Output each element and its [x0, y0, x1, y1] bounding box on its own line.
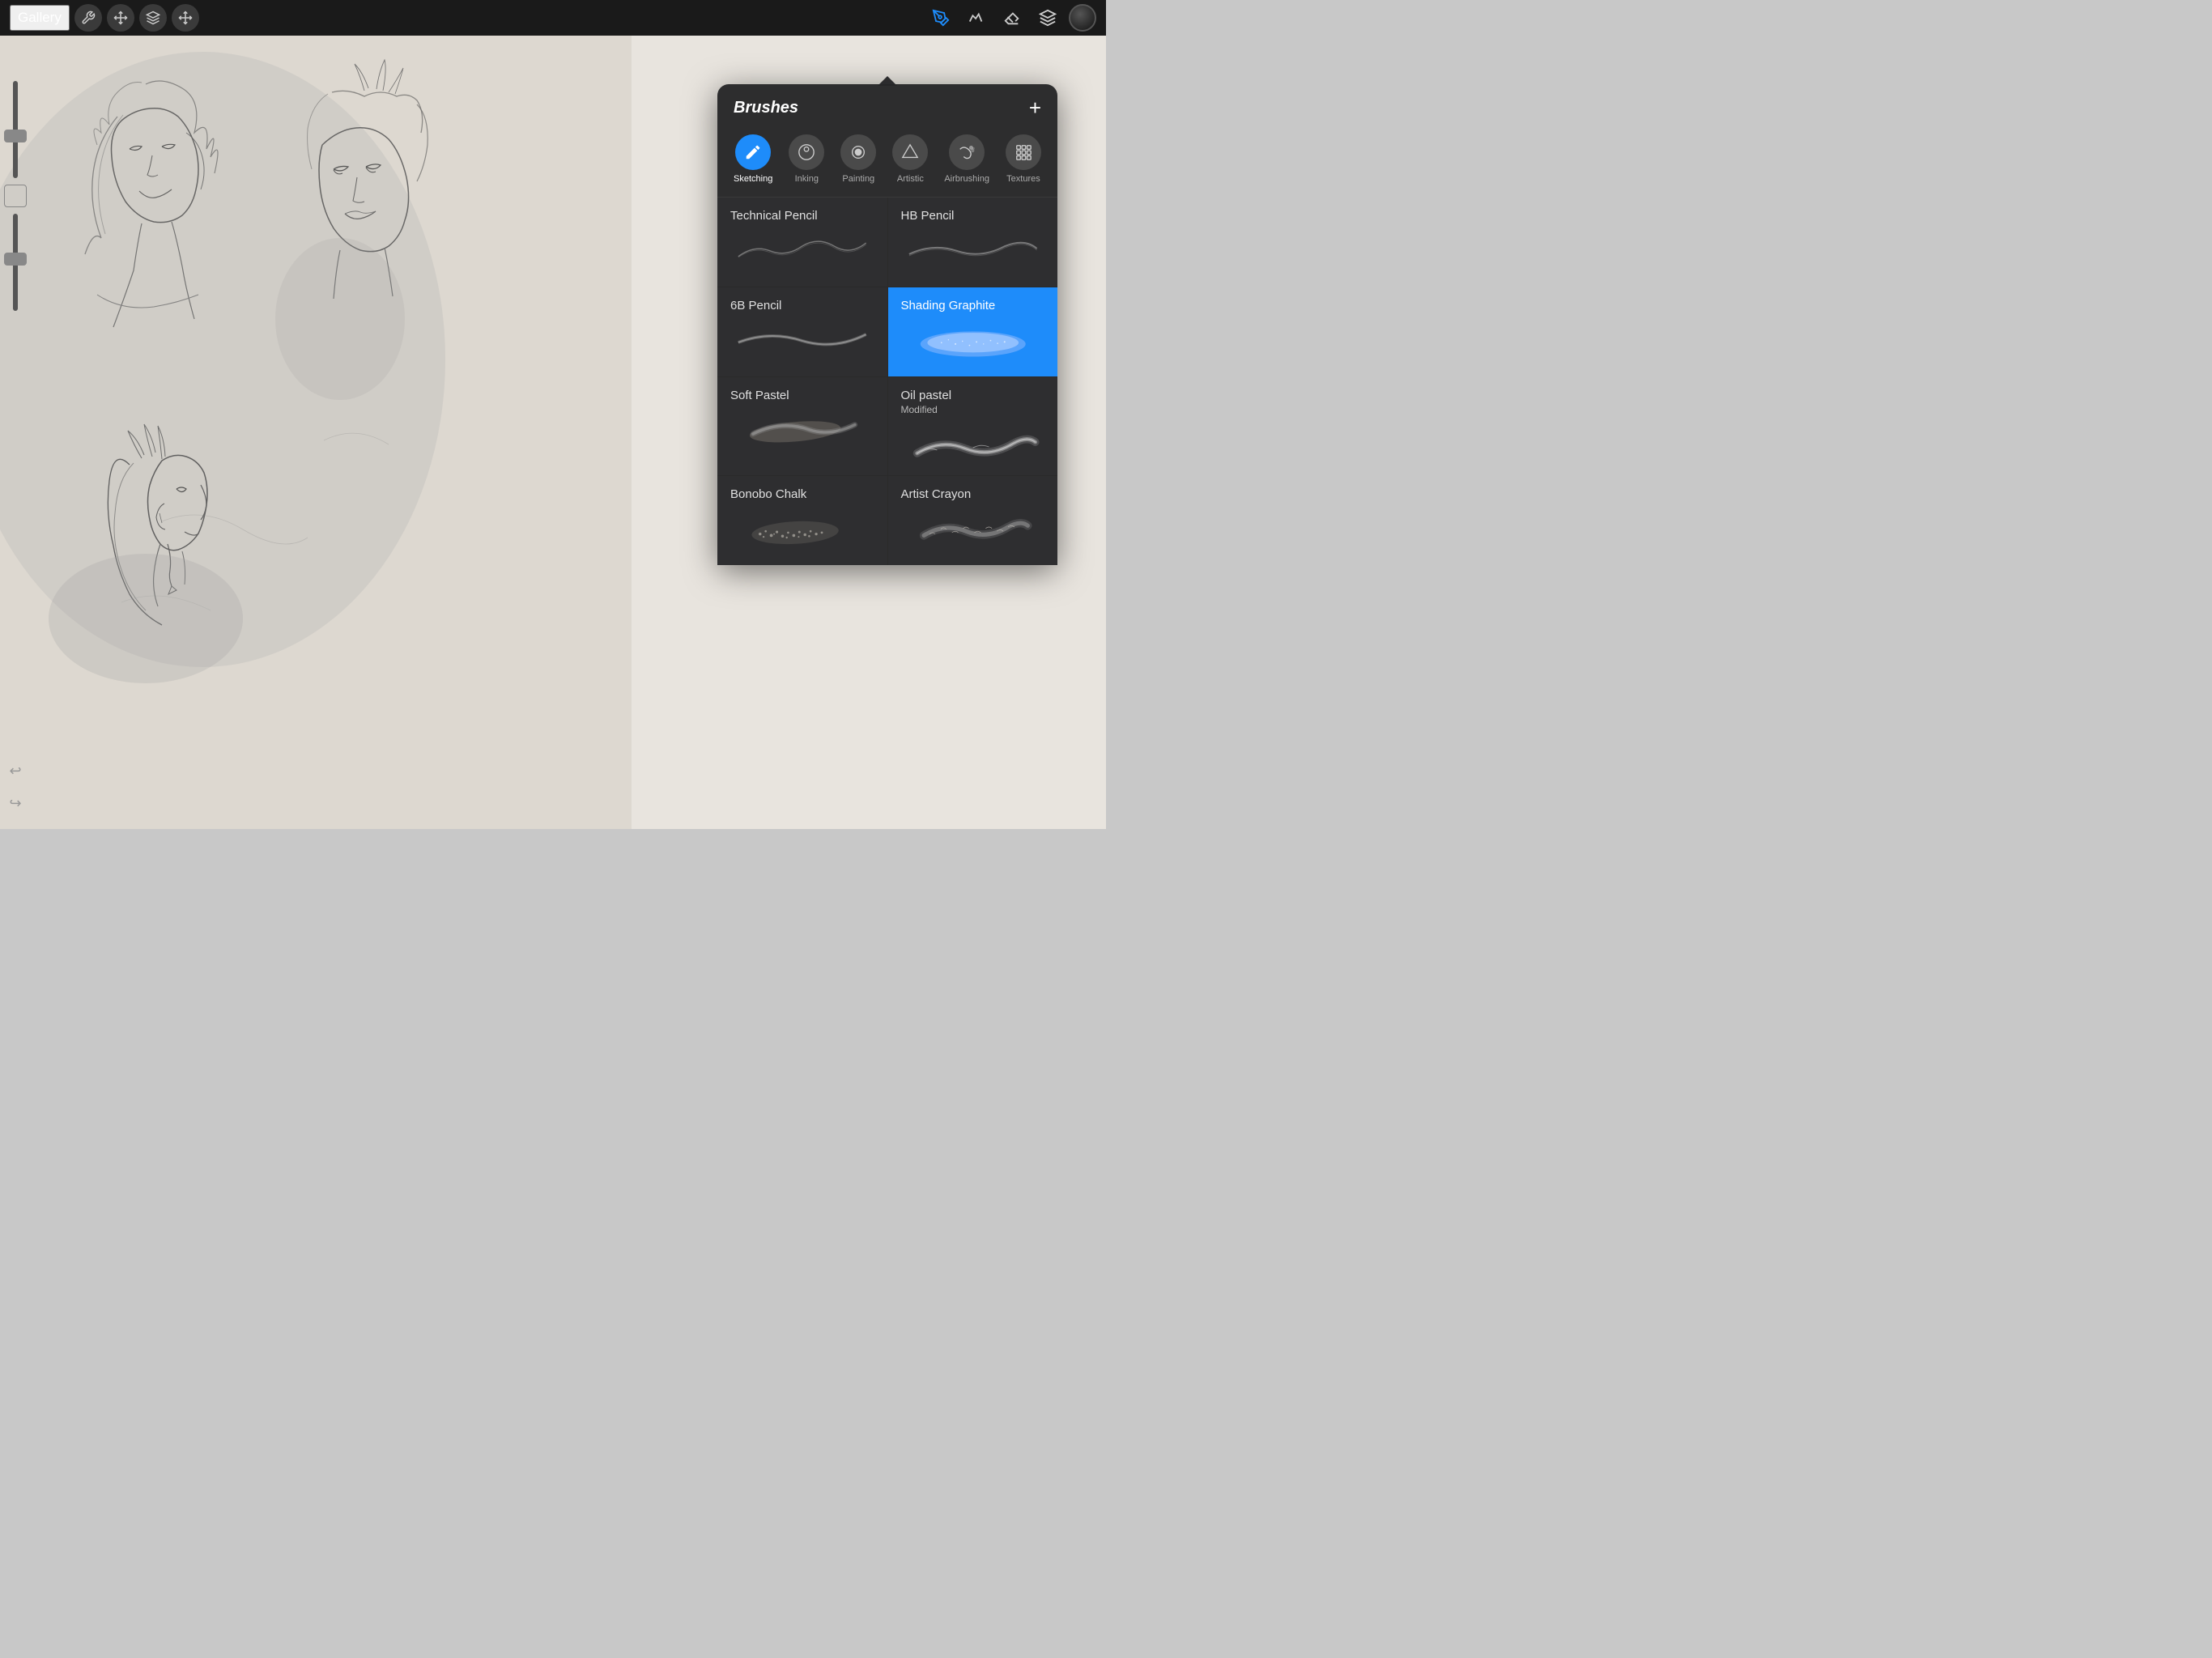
tool-selection — [926, 3, 1096, 32]
tab-sketching[interactable]: Sketching — [729, 131, 777, 187]
color-swatch[interactable] — [4, 185, 27, 207]
brush-size-slider[interactable] — [13, 81, 18, 178]
transform-button[interactable] — [107, 4, 134, 32]
category-tabs: Sketching Inking Painting — [717, 126, 1057, 198]
brush-size-thumb[interactable] — [4, 130, 27, 142]
tab-airbrushing[interactable]: Airbrushing — [939, 131, 994, 187]
brush-technical-pencil[interactable]: Technical Pencil — [717, 198, 887, 287]
airbrushing-icon — [949, 134, 985, 170]
inking-icon — [789, 134, 824, 170]
sketch-artwork — [0, 36, 632, 829]
brush-stroke-6b-pencil — [730, 317, 874, 359]
brushes-panel-header: Brushes + — [717, 84, 1057, 126]
inking-label: Inking — [795, 174, 819, 184]
opacity-slider[interactable] — [13, 214, 18, 311]
brush-name: Soft Pastel — [730, 389, 789, 402]
brush-stroke-oil-pastel — [901, 423, 1045, 466]
brush-grid: Technical Pencil HB Pencil — [717, 198, 1057, 565]
brush-shading-graphite[interactable]: Shading Graphite — [888, 287, 1058, 376]
brush-artist-crayon[interactable]: Artist Crayon — [888, 476, 1058, 565]
artistic-icon — [892, 134, 928, 170]
selection-button[interactable] — [139, 4, 167, 32]
brushes-add-button[interactable]: + — [1029, 97, 1041, 118]
brush-stroke-bonobo-chalk — [730, 506, 874, 548]
brush-stroke-soft-pastel — [730, 407, 874, 449]
move-button[interactable] — [172, 4, 199, 32]
textures-icon — [1006, 134, 1041, 170]
canvas-area[interactable]: ↩ ↪ Brushes + Sketching Inking — [0, 36, 1106, 829]
brush-name: Oil pastel — [901, 389, 952, 402]
brush-modified-label: Modified — [901, 404, 938, 415]
brush-name: Shading Graphite — [901, 299, 996, 312]
undo-button[interactable]: ↩ — [2, 758, 28, 784]
brush-soft-pastel[interactable]: Soft Pastel — [717, 377, 887, 475]
brush-stroke-hb-pencil — [901, 227, 1045, 270]
redo-button[interactable]: ↪ — [2, 790, 28, 816]
brush-name: Artist Crayon — [901, 487, 972, 501]
sketching-icon — [735, 134, 771, 170]
painting-label: Painting — [842, 174, 874, 184]
brush-stroke-artist-crayon — [901, 506, 1045, 548]
layers-tool-btn[interactable] — [1033, 3, 1062, 32]
brush-oil-pastel[interactable]: Oil pastel Modified — [888, 377, 1058, 475]
tab-painting[interactable]: Painting — [836, 131, 881, 187]
brush-name: 6B Pencil — [730, 299, 781, 312]
brush-name: HB Pencil — [901, 209, 955, 223]
tab-inking[interactable]: Inking — [784, 131, 829, 187]
airbrushing-label: Airbrushing — [944, 174, 989, 184]
brushes-panel: Brushes + Sketching Inking — [717, 84, 1057, 565]
painting-icon — [840, 134, 876, 170]
sketching-label: Sketching — [734, 174, 772, 184]
brush-stroke-shading-graphite — [901, 317, 1045, 359]
brush-bonobo-chalk[interactable]: Bonobo Chalk — [717, 476, 887, 565]
tab-textures[interactable]: Textures — [1001, 131, 1046, 187]
brush-name: Technical Pencil — [730, 209, 818, 223]
brush-stroke-technical-pencil — [730, 227, 874, 270]
brush-hb-pencil[interactable]: HB Pencil — [888, 198, 1058, 287]
artistic-label: Artistic — [897, 174, 924, 184]
avatar[interactable] — [1069, 4, 1096, 32]
panel-caret — [878, 76, 897, 86]
tab-artistic[interactable]: Artistic — [887, 131, 933, 187]
brushes-title: Brushes — [734, 99, 798, 117]
pencil-tool-btn[interactable] — [926, 3, 955, 32]
smudge-tool-btn[interactable] — [962, 3, 991, 32]
eraser-tool-btn[interactable] — [998, 3, 1027, 32]
undo-redo-group: ↩ ↪ — [2, 758, 28, 816]
gallery-button[interactable]: Gallery — [10, 5, 70, 31]
brush-6b-pencil[interactable]: 6B Pencil — [717, 287, 887, 376]
topbar: Gallery — [0, 0, 1106, 36]
textures-label: Textures — [1006, 174, 1040, 184]
wrench-button[interactable] — [74, 4, 102, 32]
brush-name: Bonobo Chalk — [730, 487, 806, 501]
opacity-thumb[interactable] — [4, 253, 27, 266]
left-sidebar: ↩ ↪ — [0, 71, 31, 829]
